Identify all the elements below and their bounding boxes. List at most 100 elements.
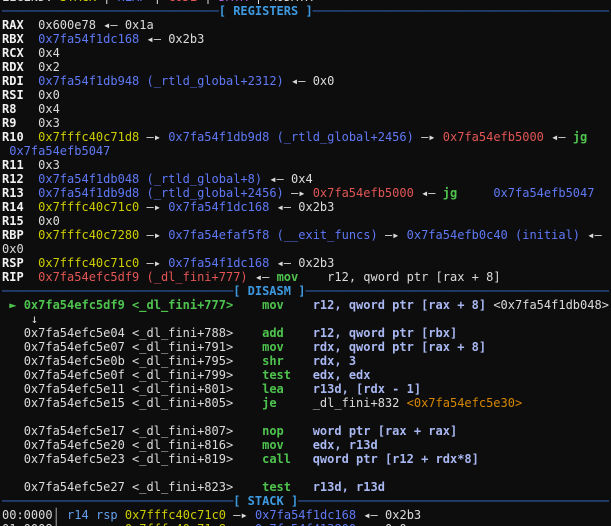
- arrow-right-icon: —▸: [283, 186, 313, 200]
- text-segment: |: [197, 0, 219, 4]
- register-name: R11: [2, 158, 39, 172]
- text-segment: |: [147, 0, 169, 4]
- address-and-symbol: 0x7fa54efc5e23 <_dl_fini+819>: [23, 452, 234, 466]
- resolved-target: <0x7fa54f1db048>: [486, 298, 609, 312]
- text-segment: [89, 508, 96, 522]
- text-segment: [233, 368, 262, 382]
- column-separator: │: [52, 508, 60, 522]
- register-name: R14: [2, 200, 39, 214]
- flow-arrow-down-icon: ↓: [2, 312, 39, 326]
- text-segment: |: [248, 0, 270, 4]
- text-segment: [291, 368, 313, 382]
- legend-heap: HEAP: [118, 0, 147, 4]
- dereferenced-value: 0x2b3: [385, 508, 422, 522]
- register-value: 0x4: [38, 102, 60, 116]
- registers-section-header: ──────────────────────────────[ REGISTER…: [2, 4, 611, 18]
- stack-register-label: rsp: [95, 508, 118, 522]
- text-segment: [2, 396, 24, 410]
- arrow-left-icon: ◂—: [269, 200, 299, 214]
- section-label: [ REGISTERS ]: [218, 4, 313, 18]
- register-row-rsp: RSP 0x7fffc40c71c0 —▸ 0x7fa54f1dc168 ◂— …: [2, 256, 611, 270]
- address-value: 0x7fffc40c7280: [38, 228, 140, 242]
- address-and-symbol: 0x7fa54efc5e11 <_dl_fini+801>: [23, 382, 234, 396]
- operands: edx, edx: [312, 368, 371, 382]
- dereferenced-value: 0x2b3: [298, 200, 335, 214]
- text-segment: [233, 424, 262, 438]
- address-value: 0x7fffc40c71c0: [38, 256, 140, 270]
- legend-stack: STACK: [60, 0, 96, 4]
- register-name: RSI: [2, 88, 39, 102]
- register-row-rsi: RSI 0x0: [2, 88, 611, 102]
- arrow-right-icon: —▸: [139, 130, 169, 144]
- mnemonic: jg: [572, 130, 588, 144]
- register-name: RBP: [2, 228, 39, 242]
- operands: qword ptr [r12 + rdx*8]: [312, 452, 479, 466]
- register-row-rax: RAX 0x600e78 ◂— 0x1a: [2, 18, 611, 32]
- register-name: R10: [2, 130, 39, 144]
- text-segment: [2, 340, 24, 354]
- register-row-r13: R13 0x7fa54f1db9d8 (_rtld_global+2456) —…: [2, 186, 611, 200]
- address-value: 0x7fa54f1db948: [38, 74, 140, 88]
- arrow-left-icon: ◂—: [356, 522, 385, 526]
- mnemonic: mov: [262, 340, 284, 354]
- register-row-rdi: RDI 0x7fa54f1db948 (_rtld_global+2312) ◂…: [2, 74, 611, 88]
- register-row-r10: R10 0x7fffc40c71d8 —▸ 0x7fa54f1db9d8 (_r…: [2, 130, 611, 144]
- disasm-current-row: ► 0x7fa54efc5df9 <_dl_fini+777> mov r12,…: [2, 298, 611, 312]
- text-segment: [284, 340, 313, 354]
- register-name: R12: [2, 172, 39, 186]
- register-row-r12: R12 0x7fa54f1db048 (_rtld_global+8) ◂— 0…: [2, 172, 611, 186]
- terminal-screen[interactable]: LEGEND: STACK | HEAP | CODE | DATA | ROD…: [0, 0, 611, 526]
- address-value: 0x7fa54f1db9d8: [38, 186, 140, 200]
- address-value: 0x7fa54efb5047: [493, 186, 595, 200]
- symbol-name: (_rtld_global+2312): [139, 74, 284, 88]
- text-segment: LEGEND:: [2, 0, 60, 4]
- register-name: R9: [2, 116, 39, 130]
- disasm-row: 0x7fa54efc5e07 <_dl_fini+791> mov rdx, q…: [2, 340, 611, 354]
- address-value: 0x7fa54f1dc168: [38, 32, 140, 46]
- text-segment: [233, 480, 262, 494]
- disasm-flow-row: ↓: [2, 312, 611, 326]
- mnemonic: test: [262, 480, 292, 494]
- register-row-rip: RIP 0x7fa54efc5df9 (_dl_fini+777) ◂— mov…: [2, 270, 611, 284]
- symbol-name: (__exit_funcs): [269, 228, 378, 242]
- operands: r12, qword ptr [rax + 8]: [327, 270, 501, 284]
- legend-line: LEGEND: STACK | HEAP | CODE | DATA | ROD…: [2, 0, 611, 4]
- address-value: 0x7fffc40c71c0: [124, 508, 227, 522]
- text-segment: [277, 396, 313, 410]
- address-value: 0x7fa54f1dc168: [254, 508, 357, 522]
- clipped-line-top: LEGEND: STACK | HEAP | CODE | DATA | ROD…: [2, 0, 611, 4]
- address-value: 0x7fa54efb5047: [2, 144, 111, 158]
- arrow-left-icon: ◂—: [543, 130, 573, 144]
- dereferenced-value: 0x2b3: [298, 256, 335, 270]
- text-segment: [118, 508, 125, 522]
- section-label: [ DISASM ]: [233, 284, 306, 298]
- operands: word ptr [rax + rax]: [312, 424, 458, 438]
- mnemonic: call: [262, 452, 292, 466]
- arrow-left-icon: ◂—: [95, 18, 125, 32]
- arrow-right-icon: —▸: [139, 256, 169, 270]
- dereferenced-value: 0x0: [385, 522, 407, 526]
- address-value: 0x7fa54f1db9d8: [168, 130, 270, 144]
- address-value: 0x7fa54f1dc168: [168, 256, 270, 270]
- stack-row: 01:0008│ 0x7fffc40c71c8 —▸ 0x7fa54f41380…: [2, 522, 611, 526]
- text-segment: |: [96, 0, 118, 4]
- disasm-section-header: ────────────────────────────────[ DISASM…: [2, 284, 611, 298]
- register-name: R15: [2, 214, 39, 228]
- stack-offset: 01:0008: [2, 522, 53, 526]
- register-row-rcx: RCX 0x4: [2, 46, 611, 60]
- stack-register-label: r14: [67, 508, 89, 522]
- legend-code: CODE: [168, 0, 197, 4]
- dereferenced-value: 0x0: [2, 242, 24, 256]
- text-segment: [291, 480, 313, 494]
- address-value: 0x7fa54f413800: [255, 522, 356, 526]
- mnemonic: test: [262, 368, 292, 382]
- register-name: RDI: [2, 74, 39, 88]
- address-and-symbol: 0x7fa54efc5e04 <_dl_fini+788>: [23, 326, 234, 340]
- disasm-row: 0x7fa54efc5e04 <_dl_fini+788> add r12, q…: [2, 326, 611, 340]
- disasm-row: 0x7fa54efc5e23 <_dl_fini+819> call qword…: [2, 452, 611, 466]
- text-segment: [284, 382, 313, 396]
- disasm-row: 0x7fa54efc5e27 <_dl_fini+823> test r13d,…: [2, 480, 611, 494]
- arrow-left-icon: ◂—: [139, 32, 169, 46]
- stack-row: 00:0000│ r14 rsp 0x7fffc40c71c0 —▸ 0x7fa…: [2, 508, 611, 522]
- address-and-symbol: 0x7fa54efc5e15 <_dl_fini+805>: [23, 396, 234, 410]
